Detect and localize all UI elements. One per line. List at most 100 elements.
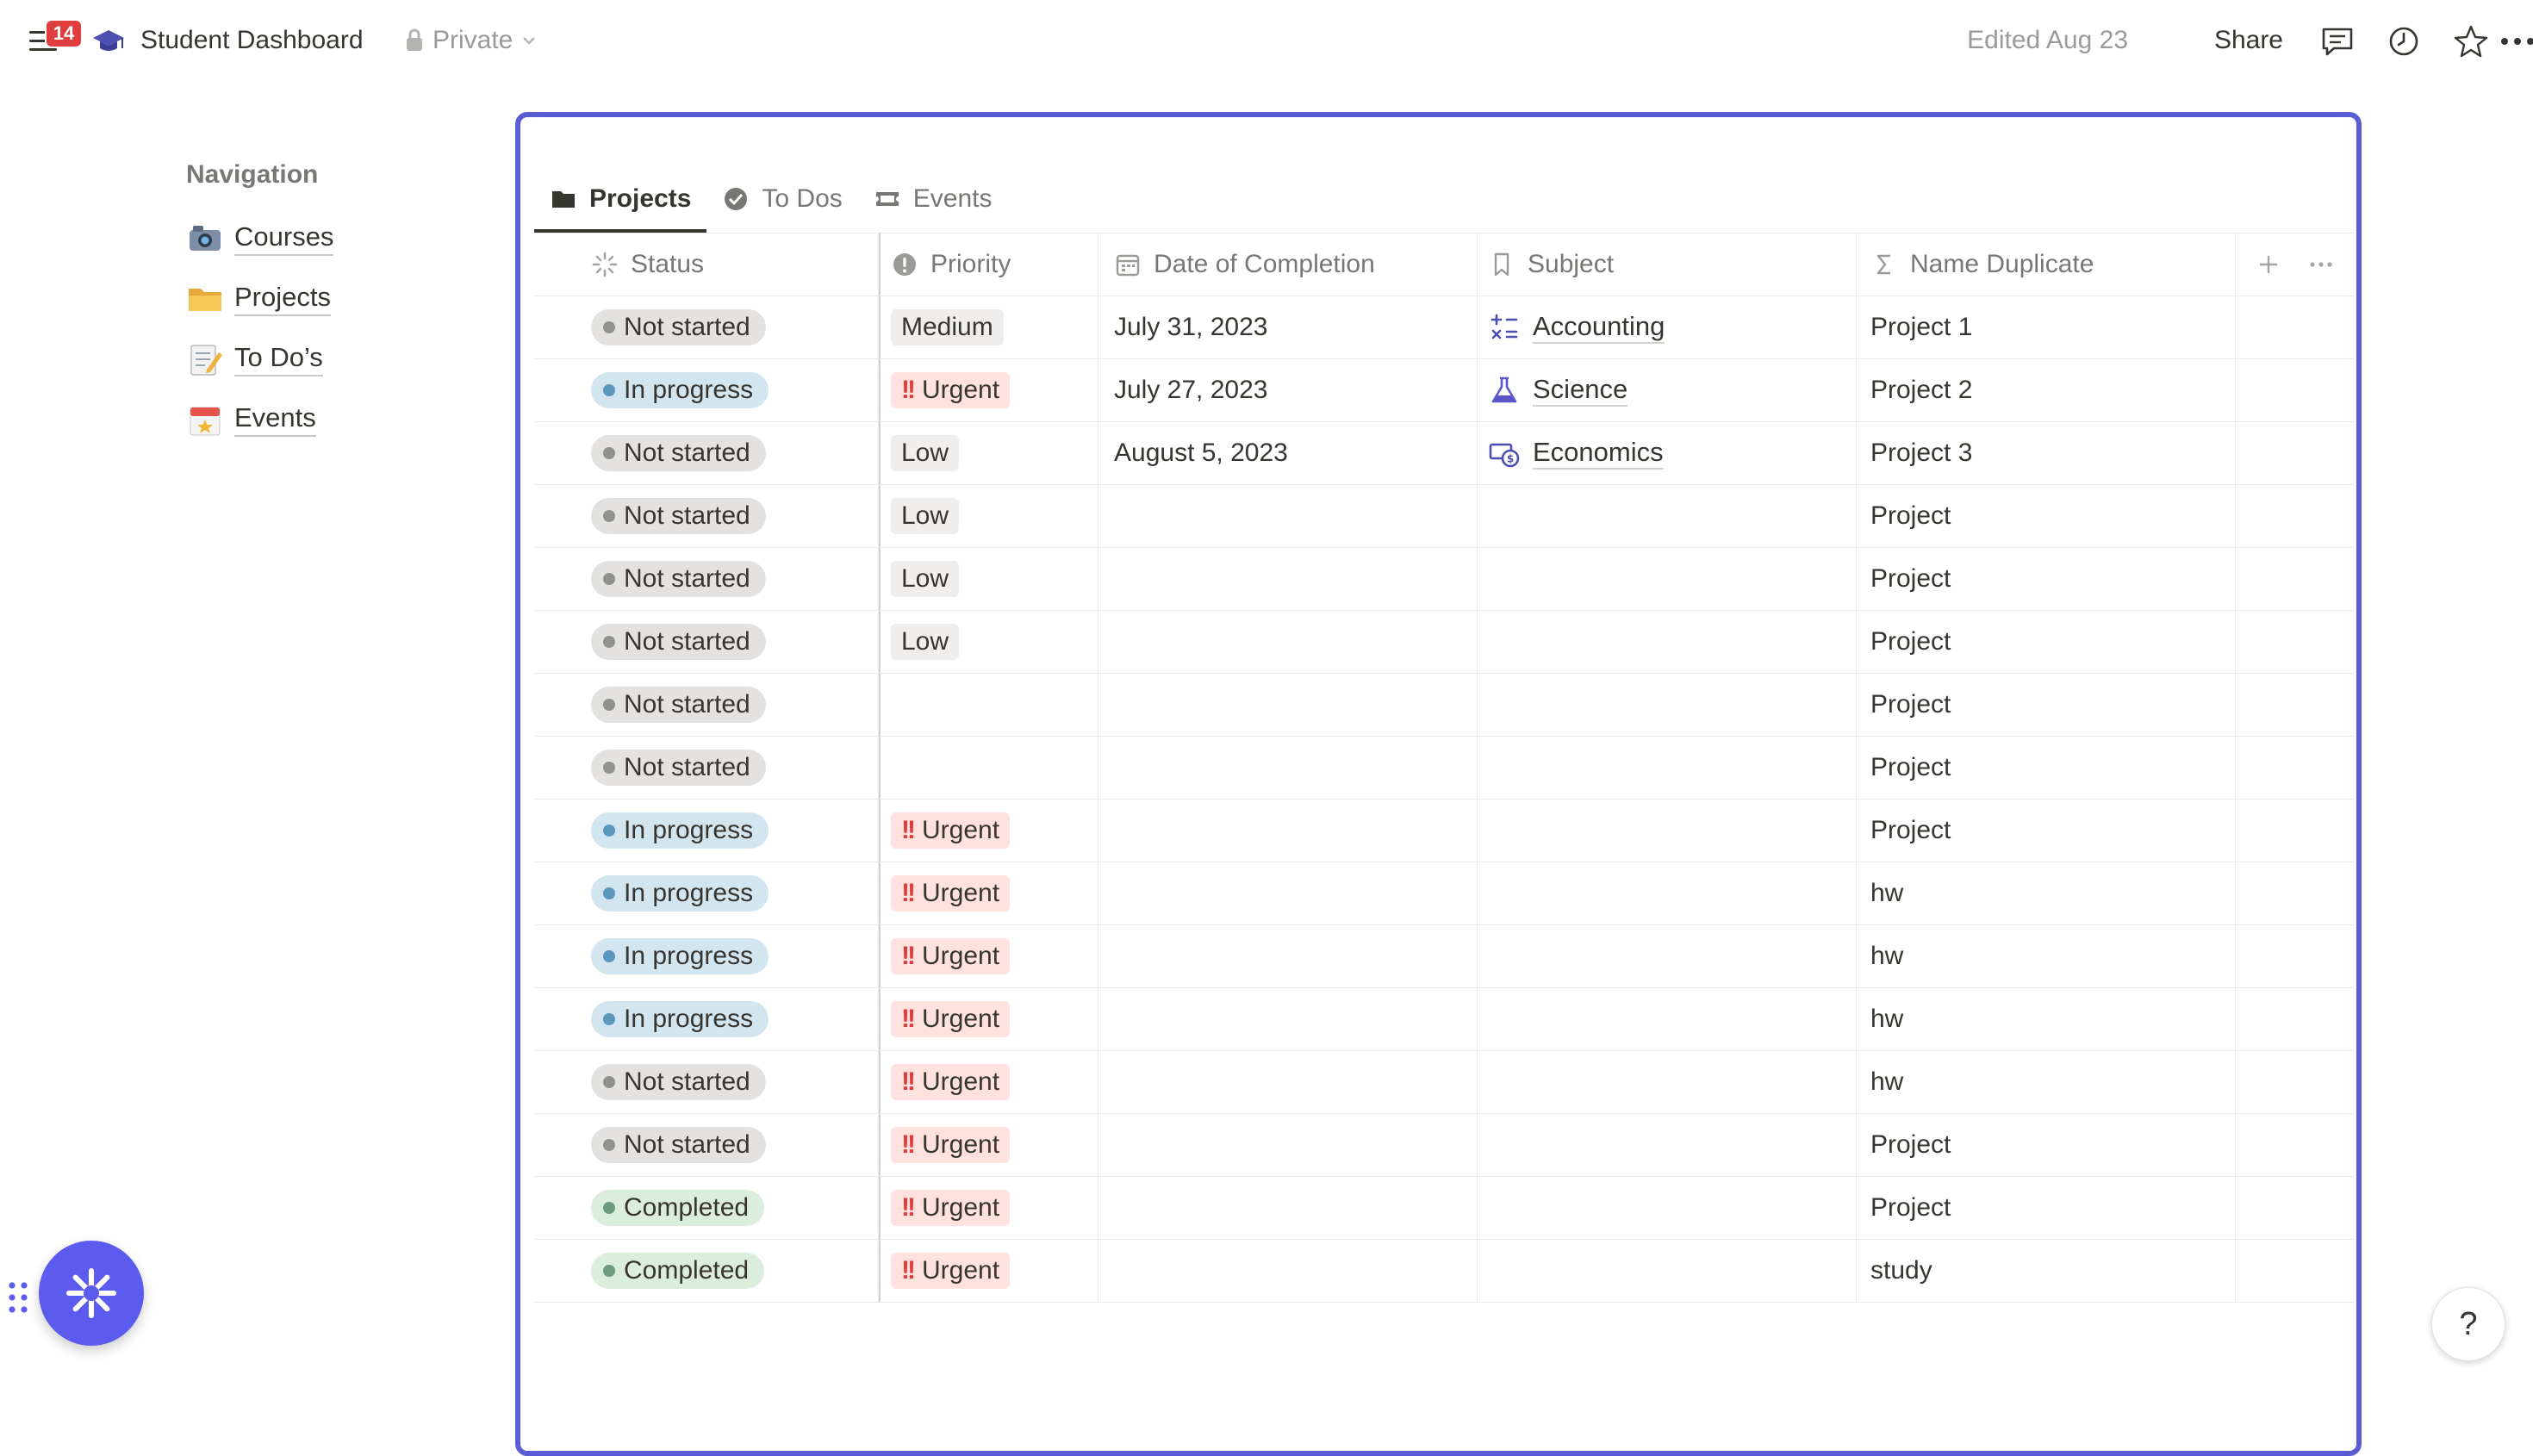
name-duplicate-cell[interactable]: Project [1857,485,2236,547]
name-duplicate-cell[interactable]: hw [1857,925,2236,987]
column-header-date[interactable]: Date of Completion [1098,233,1478,296]
name-duplicate-cell[interactable]: Project [1857,1114,2236,1176]
column-header-name-duplicate[interactable]: Name Duplicate [1857,233,2236,296]
table-row[interactable]: Not started Low August 5, 2023 $ Economics P… [534,422,2354,485]
ai-assistant-button[interactable] [39,1241,144,1346]
table-row[interactable]: Completed !! Urgent Project [534,1177,2354,1240]
table-row[interactable]: In progress !! Urgent hw [534,988,2354,1051]
table-row[interactable]: Not started Low Project [534,485,2354,548]
priority-cell[interactable]: Low [879,485,1098,547]
status-cell[interactable]: In progress [534,988,879,1050]
share-button[interactable]: Share [2214,26,2283,55]
priority-cell[interactable] [879,674,1098,736]
date-cell[interactable] [1098,548,1478,610]
name-duplicate-cell[interactable]: Project [1857,737,2236,799]
nav-link-projects[interactable]: Projects [186,269,333,329]
date-cell[interactable] [1098,800,1478,862]
date-cell[interactable]: July 31, 2023 [1098,296,1478,358]
priority-cell[interactable]: Low [879,422,1098,484]
subject-cell[interactable] [1478,548,1857,610]
privacy-dropdown[interactable]: Private [405,26,537,55]
priority-cell[interactable]: !! Urgent [879,1114,1098,1176]
priority-cell[interactable] [879,737,1098,799]
table-row[interactable]: In progress !! Urgent Project [534,800,2354,862]
tab-todos[interactable]: To Dos [706,169,857,229]
priority-cell[interactable]: !! Urgent [879,1051,1098,1113]
date-cell[interactable] [1098,737,1478,799]
subject-cell[interactable] [1478,611,1857,673]
drag-handle-icon[interactable] [7,1280,29,1315]
subject-cell[interactable] [1478,925,1857,987]
priority-cell[interactable]: !! Urgent [879,800,1098,862]
add-property-icon[interactable] [2255,251,2282,278]
status-cell[interactable]: Not started [534,611,879,673]
date-cell[interactable] [1098,988,1478,1050]
priority-cell[interactable]: !! Urgent [879,1177,1098,1239]
help-button[interactable]: ? [2431,1287,2505,1361]
status-cell[interactable]: Not started [534,737,879,799]
date-cell[interactable] [1098,1177,1478,1239]
priority-cell[interactable]: Low [879,611,1098,673]
nav-link-events[interactable]: Events [186,389,333,450]
subject-link[interactable]: Accounting [1488,311,1665,344]
subject-link[interactable]: Science [1488,374,1628,407]
date-cell[interactable] [1098,674,1478,736]
table-row[interactable]: Not started Medium July 31, 2023 Accountin… [534,296,2354,359]
subject-cell[interactable]: Science [1478,359,1857,421]
name-duplicate-cell[interactable]: Project [1857,800,2236,862]
subject-cell[interactable] [1478,800,1857,862]
status-cell[interactable]: In progress [534,359,879,421]
subject-cell[interactable] [1478,1177,1857,1239]
priority-cell[interactable]: Low [879,548,1098,610]
priority-cell[interactable]: !! Urgent [879,925,1098,987]
status-cell[interactable]: Not started [534,296,879,358]
table-row[interactable]: Not started !! Urgent Project [534,1114,2354,1177]
more-options-icon[interactable] [2497,22,2533,60]
status-cell[interactable]: In progress [534,800,879,862]
date-cell[interactable] [1098,485,1478,547]
table-row[interactable]: Not started Low Project [534,611,2354,674]
status-cell[interactable]: Not started [534,548,879,610]
column-header-status[interactable]: Status [534,233,879,296]
subject-cell[interactable] [1478,862,1857,924]
subject-cell[interactable] [1478,674,1857,736]
status-cell[interactable]: Not started [534,1114,879,1176]
table-row[interactable]: In progress !! Urgent hw [534,862,2354,925]
column-header-priority[interactable]: Priority [879,233,1098,296]
name-duplicate-cell[interactable]: hw [1857,1051,2236,1113]
nav-link-courses[interactable]: Courses [186,208,334,269]
date-cell[interactable] [1098,925,1478,987]
subject-cell[interactable] [1478,737,1857,799]
comment-icon[interactable] [2318,22,2356,60]
history-clock-icon[interactable] [2385,22,2423,60]
more-options-icon[interactable] [2307,251,2335,278]
subject-cell[interactable] [1478,1114,1857,1176]
status-cell[interactable]: In progress [534,862,879,924]
priority-cell[interactable]: !! Urgent [879,359,1098,421]
status-cell[interactable]: In progress [534,925,879,987]
name-duplicate-cell[interactable]: hw [1857,862,2236,924]
name-duplicate-cell[interactable]: hw [1857,988,2236,1050]
date-cell[interactable] [1098,1240,1478,1302]
name-duplicate-cell[interactable]: Project 1 [1857,296,2236,358]
status-cell[interactable]: Completed [534,1240,879,1302]
name-duplicate-cell[interactable]: Project [1857,611,2236,673]
page-title[interactable]: Student Dashboard [140,26,364,55]
date-cell[interactable] [1098,1114,1478,1176]
status-cell[interactable]: Not started [534,1051,879,1113]
date-cell[interactable] [1098,1051,1478,1113]
table-row[interactable]: Completed !! Urgent study [534,1240,2354,1303]
name-duplicate-cell[interactable]: Project 2 [1857,359,2236,421]
subject-link[interactable]: $ Economics [1488,437,1664,470]
name-duplicate-cell[interactable]: Project [1857,674,2236,736]
priority-cell[interactable]: Medium [879,296,1098,358]
status-cell[interactable]: Not started [534,422,879,484]
status-cell[interactable]: Not started [534,485,879,547]
subject-cell[interactable] [1478,988,1857,1050]
star-favorite-icon[interactable] [2452,22,2490,60]
name-duplicate-cell[interactable]: Project [1857,548,2236,610]
table-row[interactable]: Not started Low Project [534,548,2354,611]
table-row[interactable]: Not started !! Urgent hw [534,1051,2354,1114]
tab-projects[interactable]: Projects [534,169,707,233]
status-cell[interactable]: Not started [534,674,879,736]
